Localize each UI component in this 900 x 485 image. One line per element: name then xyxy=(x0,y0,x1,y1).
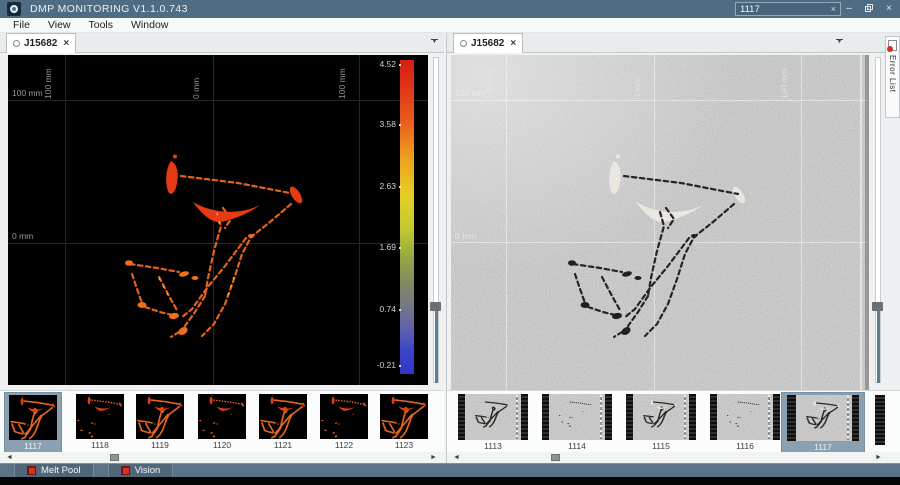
axis-label-y-100: 100 mm xyxy=(12,88,43,98)
melt-pool-tabstrip: J15682 × ▼ xyxy=(0,33,444,53)
frame-search-box[interactable]: × xyxy=(735,2,841,16)
tab-close-icon[interactable]: × xyxy=(63,38,69,49)
thumbnail-1120[interactable]: 1120 xyxy=(196,394,248,450)
axis-label-y-0: 0 mm xyxy=(12,231,34,241)
colorbar-tick: 1.69 xyxy=(379,242,396,252)
auto-hide-pin-icon[interactable]: ▼ xyxy=(430,38,439,47)
error-list-tab[interactable]: Error List xyxy=(885,36,900,118)
axis-label-x-100: 100 mm xyxy=(779,68,789,99)
status-bar: Melt Pool Vision xyxy=(0,463,900,477)
vision-scrollbar[interactable]: ◄ ► xyxy=(447,452,900,463)
melt-pool-thumbnail-strip: 1117 1118 1119 1120 1121 1122 1123 xyxy=(0,390,444,453)
axis-label-y-100: 100 mm xyxy=(455,88,486,98)
vision-icon xyxy=(120,466,130,475)
bottom-strip xyxy=(0,477,900,485)
thumbnail-1113[interactable]: 1113 xyxy=(455,394,531,451)
thumbnail-1121[interactable]: 1121 xyxy=(257,394,309,450)
menu-view[interactable]: View xyxy=(39,18,80,32)
thumbnail-1117[interactable]: 1117 xyxy=(781,392,865,454)
colorbar-tick: 4.52 xyxy=(379,59,396,69)
title-bar: DMP MONITORING V1.1.0.743 × – × xyxy=(0,0,900,18)
thumbnail-1114[interactable]: 1114 xyxy=(539,394,615,451)
document-state-icon xyxy=(13,40,20,47)
vision-tabstrip: J15682 × ▼ xyxy=(447,33,900,53)
status-tab-melt-pool[interactable]: Melt Pool xyxy=(14,464,94,477)
scroll-right-icon[interactable]: ► xyxy=(875,452,882,463)
app-logo-icon xyxy=(7,2,21,16)
colorbar-tick: -0.21 xyxy=(376,360,396,370)
menu-file[interactable]: File xyxy=(4,18,39,32)
search-clear-icon[interactable]: × xyxy=(827,4,840,14)
thumbnail-1122[interactable]: 1122 xyxy=(318,394,370,450)
axis-label-x-100: 100 mm xyxy=(337,68,347,99)
error-list-icon xyxy=(887,40,897,52)
document-state-icon xyxy=(460,40,467,47)
app-title: DMP MONITORING V1.1.0.743 xyxy=(30,3,188,15)
scroll-left-icon[interactable]: ◄ xyxy=(6,452,13,463)
thumbnail-1117[interactable]: 1117 xyxy=(4,392,62,453)
thumbnail-1119[interactable]: 1119 xyxy=(134,394,186,450)
scrollbar-thumb[interactable] xyxy=(551,454,560,461)
axis-label-y-0: 0 mm xyxy=(455,231,477,241)
thumbnail-1116[interactable]: 1116 xyxy=(707,394,783,451)
layer-slider-thumb[interactable] xyxy=(872,302,883,311)
status-tab-vision[interactable]: Vision xyxy=(107,464,174,477)
layer-slider[interactable] xyxy=(872,57,884,383)
menu-window[interactable]: Window xyxy=(122,18,177,32)
tab-j15682-meltpool[interactable]: J15682 × xyxy=(6,33,77,53)
tab-j15682-vision[interactable]: J15682 × xyxy=(453,33,524,53)
scrollbar-thumb[interactable] xyxy=(110,454,119,461)
axis-label-x-0: 0 mm xyxy=(632,77,642,99)
close-button[interactable]: × xyxy=(880,0,898,18)
app-window: DMP MONITORING V1.1.0.743 × – × File Vie… xyxy=(0,0,900,485)
layer-slider[interactable] xyxy=(430,57,442,383)
melt-pool-viewer[interactable]: 100 mm 0 mm 100 mm 100 mm 0 mm 4.52 3.58… xyxy=(8,55,428,385)
colorbar xyxy=(400,60,414,374)
vision-panel: J15682 × ▼ Error List 100 mm 0 mm 100 mm… xyxy=(446,33,900,463)
melt-pool-scrollbar[interactable]: ◄ ► xyxy=(0,452,444,463)
tab-close-icon[interactable]: × xyxy=(510,38,516,49)
menu-tools[interactable]: Tools xyxy=(80,18,123,32)
thumbnail-1115[interactable]: 1115 xyxy=(623,394,699,451)
menu-bar: File View Tools Window xyxy=(0,18,900,33)
frame-search-input[interactable] xyxy=(736,3,827,15)
thumbnail-1118[interactable]: 1118 xyxy=(74,394,126,450)
melt-pool-panel: J15682 × ▼ 100 mm 0 mm 100 mm 100 mm 0 m… xyxy=(0,33,444,463)
axis-label-x-neg100: 100 mm xyxy=(43,68,53,99)
vision-viewer[interactable]: 100 mm 0 mm 100 mm 100 mm 0 mm 50 mm xyxy=(451,55,869,390)
scroll-left-icon[interactable]: ◄ xyxy=(453,452,460,463)
minimize-button[interactable]: – xyxy=(840,0,858,18)
scroll-right-icon[interactable]: ► xyxy=(430,452,437,463)
colorbar-tick: 2.63 xyxy=(379,181,396,191)
thumbnail-partial[interactable] xyxy=(875,395,885,445)
vision-thumbnail-strip: 1113 1114 1115 1116 1117 xyxy=(447,390,900,454)
axis-label-x-0: 0 mm xyxy=(191,77,201,99)
thumbnail-1123[interactable]: 1123 xyxy=(378,394,430,450)
colorbar-tick: 0.74 xyxy=(379,304,396,314)
auto-hide-pin-icon[interactable]: ▼ xyxy=(835,38,844,47)
melt-pool-icon xyxy=(27,466,36,475)
layer-slider-thumb[interactable] xyxy=(430,302,441,311)
restore-button[interactable] xyxy=(860,0,878,18)
colorbar-tick: 3.58 xyxy=(379,119,396,129)
